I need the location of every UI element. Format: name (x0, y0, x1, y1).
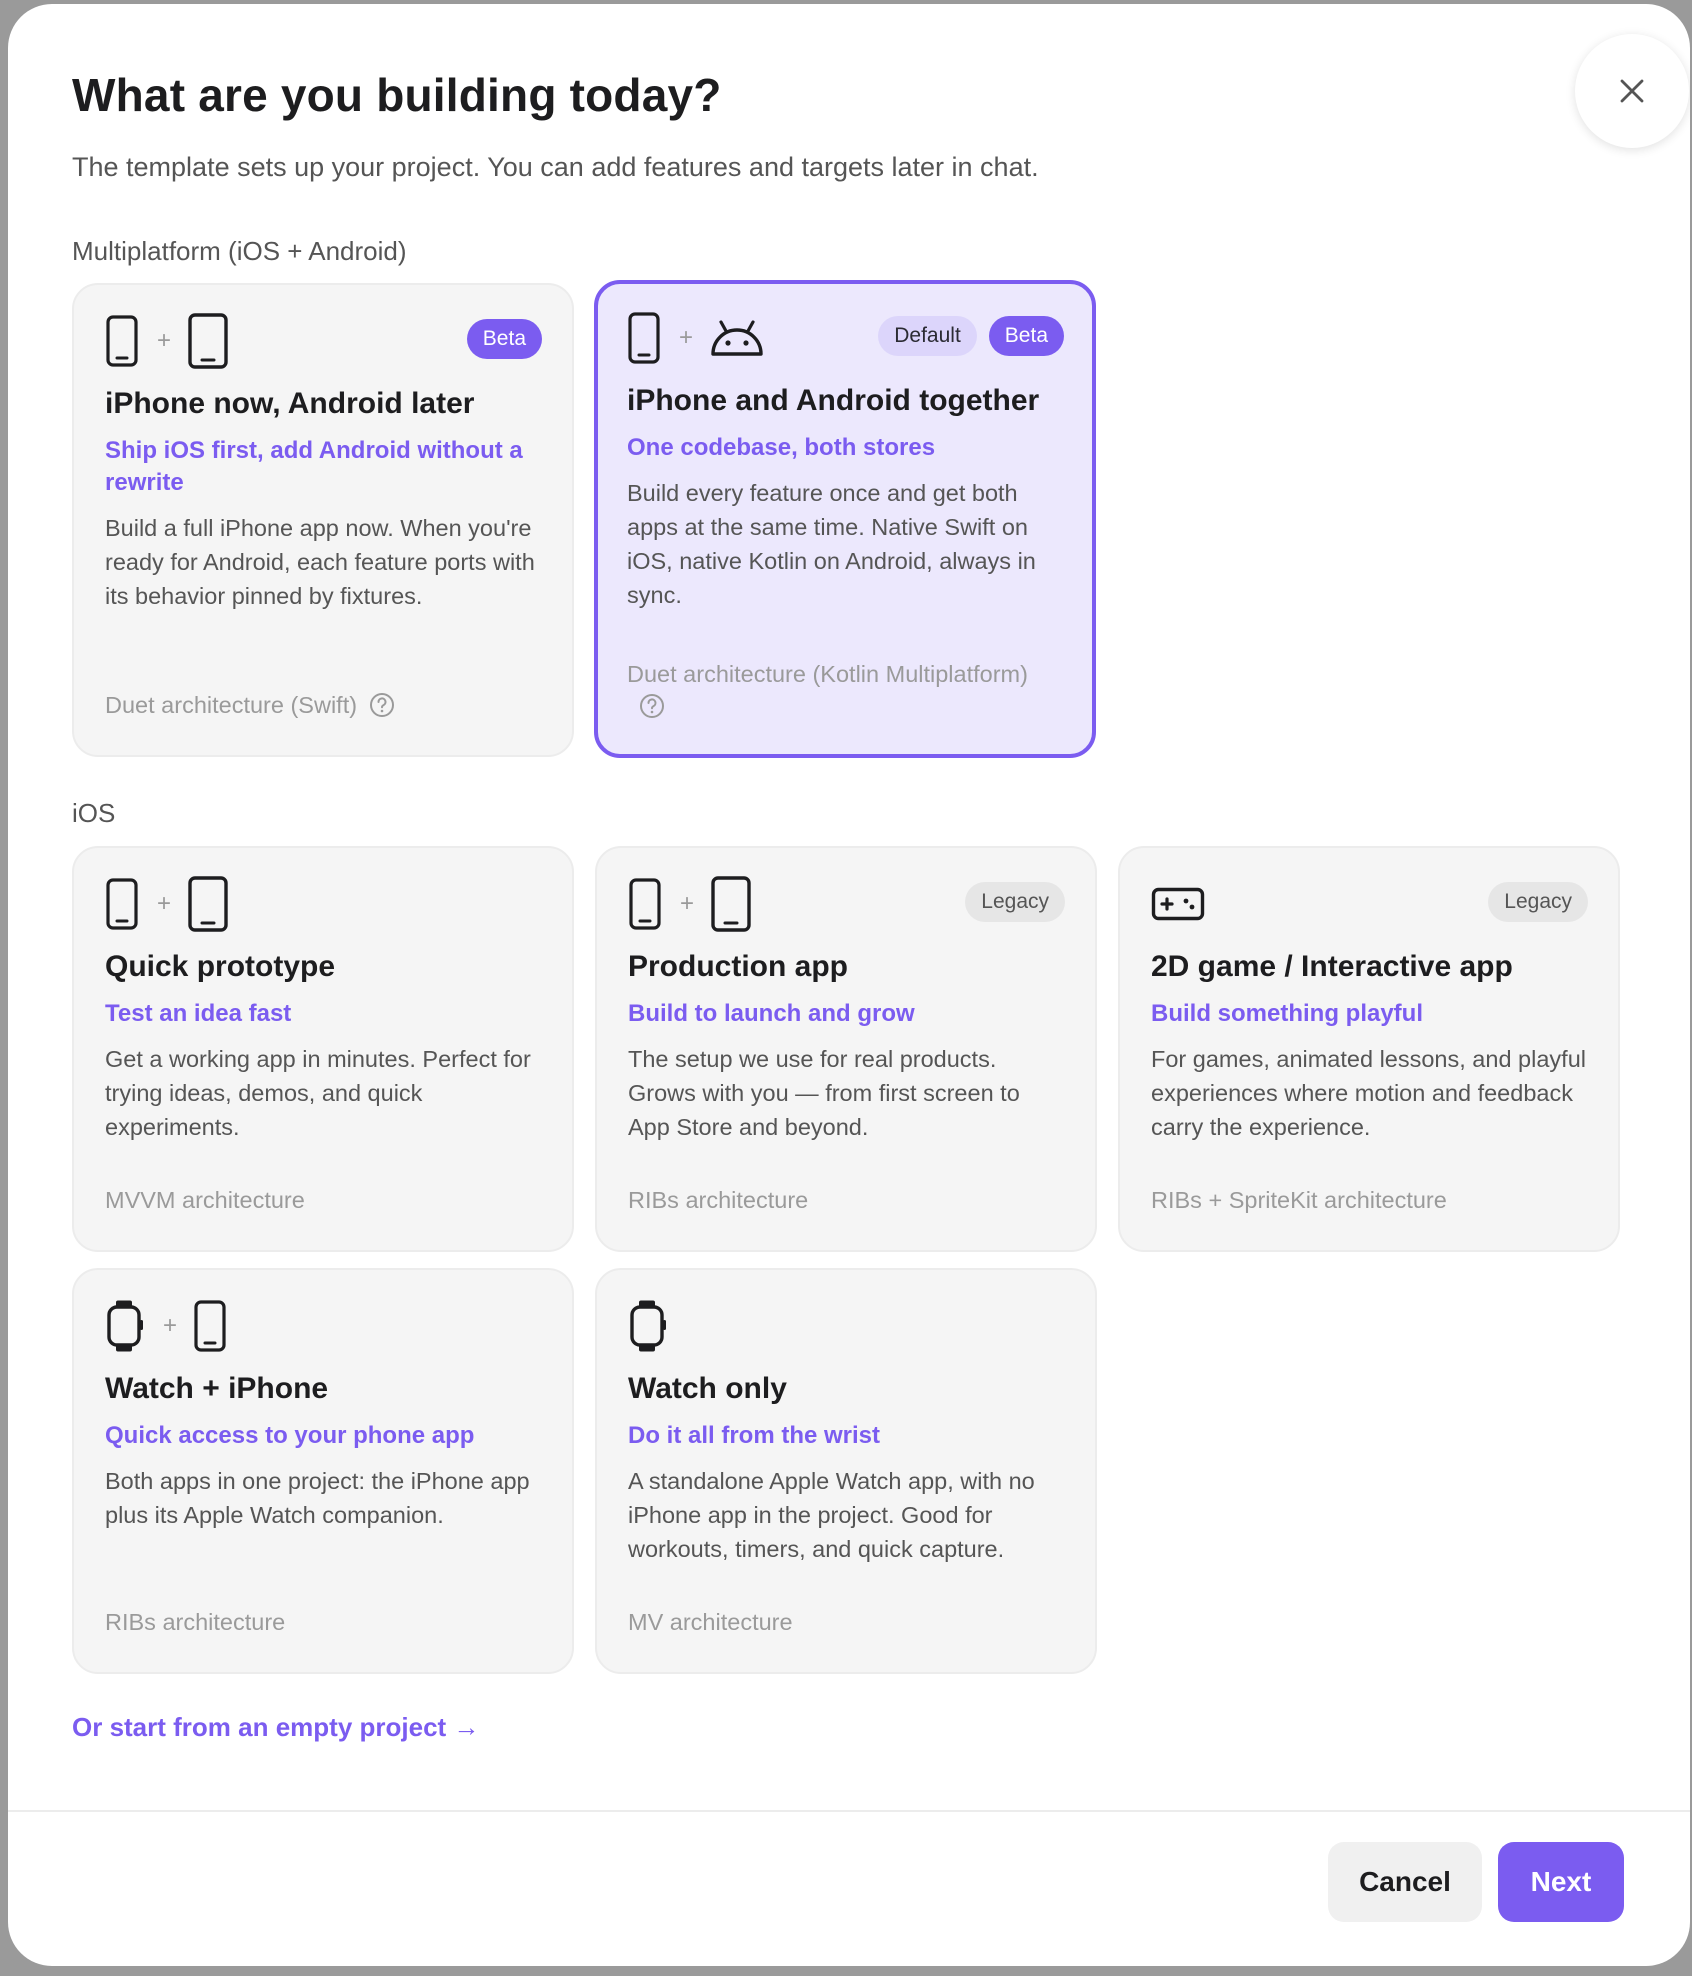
card-tagline: One codebase, both stores (627, 434, 936, 461)
card-architecture: MV architecture (628, 1609, 793, 1635)
plus-sign: + (680, 890, 695, 917)
template-card-iphone-now-android-later[interactable]: + Beta iPhone now, Android later Ship iO… (72, 283, 574, 757)
card-description: Build every feature once and get both ap… (627, 480, 1036, 608)
architecture-label: Duet architecture (Kotlin Multiplatform) (627, 661, 1028, 687)
template-card-iphone-and-android-together[interactable]: + Default Beta iPhone and Android togeth… (594, 280, 1096, 758)
card-description: A standalone Apple Watch app, with no iP… (628, 1468, 1035, 1562)
dialog-title: What are you building today? (72, 69, 722, 121)
card-tagline: Ship iOS first, add Android without a re… (105, 437, 523, 496)
section-label-multiplatform: Multiplatform (iOS + Android) (72, 236, 407, 266)
card-title: Watch only (628, 1372, 787, 1405)
watch-icon (630, 1300, 666, 1352)
card-architecture: RIBs architecture (628, 1187, 809, 1213)
gamepad-icon (1151, 887, 1205, 921)
watch-icon (107, 1300, 143, 1352)
card-architecture: Duet architecture (Swift) (105, 689, 542, 721)
card-tagline: Build to launch and grow (628, 1000, 915, 1027)
iphone-icon (628, 312, 660, 364)
empty-project-link[interactable]: Or start from an empty project → (72, 1712, 479, 1743)
card-title: Production app (628, 950, 848, 983)
card-title: iPhone and Android together (627, 384, 1040, 417)
template-card-2d-game[interactable]: Legacy 2D game / Interactive app Build s… (1118, 846, 1620, 1252)
iphone-icon (629, 878, 661, 930)
template-picker-dialog: What are you building today? The templat… (8, 4, 1690, 1966)
card-title: Quick prototype (105, 950, 336, 983)
plus-sign: + (157, 327, 172, 354)
template-card-watch-only[interactable]: Watch only Do it all from the wrist A st… (595, 1268, 1097, 1674)
card-architecture: RIBs + SpriteKit architecture (1151, 1187, 1447, 1213)
card-architecture: Duet architecture (Kotlin Multiplatform) (627, 658, 1062, 722)
next-button[interactable]: Next (1498, 1842, 1624, 1922)
footer-divider (8, 1810, 1690, 1812)
card-title: Watch + iPhone (105, 1372, 329, 1405)
iphone-icon (106, 878, 138, 930)
plus-sign: + (157, 890, 172, 917)
iphone-icon (106, 315, 138, 367)
ipad-icon (188, 313, 228, 369)
template-card-watch-iphone[interactable]: + Watch + iPhone Quick access to your ph… (72, 1268, 574, 1674)
card-tagline: Build something playful (1151, 1000, 1424, 1027)
ipad-icon (711, 876, 751, 932)
beta-badge: Beta (988, 316, 1064, 356)
beta-badge: Beta (466, 319, 542, 359)
card-tagline: Test an idea fast (105, 1000, 292, 1027)
default-badge: Default (878, 316, 977, 356)
iphone-icon (194, 1300, 226, 1352)
legacy-badge: Legacy (965, 882, 1065, 922)
ipad-icon (188, 876, 228, 932)
card-title: iPhone now, Android later (105, 387, 475, 420)
card-description: Both apps in one project: the iPhone app… (105, 1468, 530, 1528)
card-tagline: Quick access to your phone app (105, 1422, 475, 1449)
card-description: Get a working app in minutes. Perfect fo… (105, 1046, 531, 1140)
close-icon (1620, 79, 1644, 103)
card-architecture: MVVM architecture (105, 1187, 305, 1213)
help-icon[interactable] (369, 692, 395, 718)
card-description: The setup we use for real products. Grow… (628, 1046, 1020, 1140)
section-label-ios: iOS (72, 798, 116, 828)
cancel-button[interactable]: Cancel (1328, 1842, 1482, 1922)
android-icon (711, 320, 763, 356)
card-description: For games, animated lessons, and playful… (1151, 1046, 1586, 1140)
plus-sign: + (163, 1312, 178, 1339)
card-title: 2D game / Interactive app (1151, 950, 1513, 983)
plus-sign: + (679, 324, 694, 351)
card-architecture: RIBs architecture (105, 1609, 286, 1635)
legacy-badge: Legacy (1488, 882, 1588, 922)
card-description: Build a full iPhone app now. When you're… (105, 515, 535, 609)
architecture-label: Duet architecture (Swift) (105, 692, 358, 718)
dialog-subtitle: The template sets up your project. You c… (72, 152, 1039, 182)
help-icon[interactable] (639, 693, 665, 719)
close-button[interactable] (1575, 34, 1689, 148)
card-tagline: Do it all from the wrist (628, 1422, 881, 1449)
template-card-production-app[interactable]: + Legacy Production app Build to launch … (595, 846, 1097, 1252)
template-card-quick-prototype[interactable]: + Quick prototype Test an idea fast Get … (72, 846, 574, 1252)
